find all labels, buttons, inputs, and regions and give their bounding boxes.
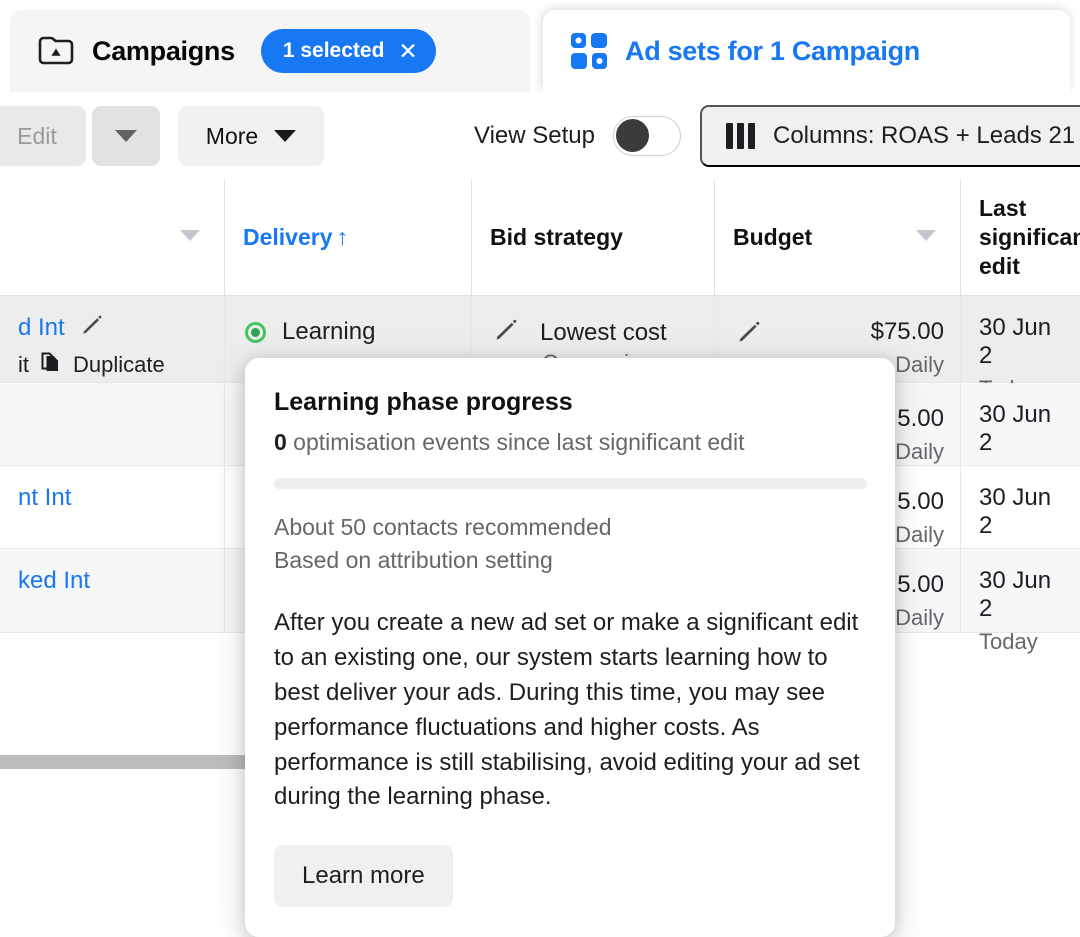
popover-events-count: 0 [274,429,287,455]
column-header-delivery-label: Delivery [243,224,333,250]
column-header-budget[interactable]: Budget [714,180,960,295]
adsets-grid-icon [569,31,609,71]
edit-button-label: Edit [17,123,57,150]
pencil-icon[interactable] [737,320,761,351]
column-header-last-significant-edit-label: Last significant edit [961,194,1080,280]
tab-adsets-label: Ad sets for 1 Campaign [625,36,920,67]
learning-progress-bar [274,478,867,489]
popover-note-line-2: Based on attribution setting [274,544,867,577]
pencil-icon[interactable] [494,318,518,349]
column-header-budget-label: Budget [715,223,830,252]
column-header-delivery[interactable]: Delivery↑ [224,180,471,295]
tab-adsets[interactable]: Ad sets for 1 Campaign [543,10,1070,92]
chevron-down-icon[interactable] [916,230,936,241]
pencil-icon[interactable] [81,314,103,343]
last-edit-date: 30 Jun 2 [979,314,1062,370]
columns-button[interactable]: Columns: ROAS + Leads 21 [700,105,1080,167]
cell-last-significant-edit[interactable]: 30 Jun 2 Today [960,466,1080,548]
popover-events-text: optimisation events since last significa… [287,429,745,455]
cell-name[interactable]: nt Int [0,466,224,548]
budget-amount: $75.00 [737,318,944,346]
cell-name[interactable] [0,383,224,465]
column-header-bid-strategy-label: Bid strategy [472,223,641,252]
more-button[interactable]: More [178,106,324,166]
toggle-knob [616,119,649,152]
popover-note-line-1: About 50 contacts recommended [274,511,867,544]
tab-campaigns[interactable]: Campaigns 1 selected ✕ [10,10,530,92]
popover-title: Learning phase progress [274,388,867,417]
campaign-folder-icon [36,31,76,71]
learn-more-button[interactable]: Learn more [274,845,453,907]
learning-phase-popover: Learning phase progress 0 optimisation e… [245,358,895,937]
column-header-bid-strategy[interactable]: Bid strategy [471,180,714,295]
more-button-label: More [206,123,258,150]
cell-last-significant-edit[interactable]: 30 Jun 2 Today [960,549,1080,632]
columns-button-label: Columns: ROAS + Leads 21 [773,122,1075,150]
view-setup-label: View Setup [474,122,595,150]
cell-last-significant-edit[interactable]: 30 Jun 2 Today [960,296,1080,382]
cell-name[interactable]: d Int it [0,296,224,382]
selected-count-label: 1 selected [283,39,385,63]
adset-name-link[interactable]: d Int [18,314,65,341]
last-edit-date: 30 Jun 2 [979,484,1062,540]
duplicate-icon[interactable] [41,351,61,379]
tab-campaigns-label: Campaigns [92,36,235,67]
chevron-down-icon [274,130,296,142]
sort-ascending-icon: ↑ [337,224,349,250]
column-header-name[interactable] [0,180,224,295]
toolbar: Edit More View Setup Columns: ROAS + Lea… [0,92,1080,180]
view-setup-control: View Setup [474,116,681,156]
last-edit-date: 30 Jun 2 [979,401,1062,457]
cell-name[interactable]: ked Int [0,549,224,632]
adset-name-link[interactable]: ked Int [18,567,90,594]
last-edit-relative: Today [979,629,1062,655]
close-icon[interactable]: ✕ [398,40,417,63]
adset-name-link[interactable]: nt Int [18,484,71,511]
row-action-edit[interactable]: it [18,352,29,378]
green-dot-icon [245,322,266,343]
bid-strategy-value: Lowest cost [540,319,667,346]
scrollbar-thumb[interactable] [0,755,245,769]
view-setup-toggle[interactable] [613,116,681,156]
tab-strip: Campaigns 1 selected ✕ Ad sets for 1 Cam… [0,0,1080,92]
edit-dropdown-button[interactable] [92,106,160,166]
chevron-down-icon[interactable] [180,230,200,241]
cell-last-significant-edit[interactable]: 30 Jun 2 Today [960,383,1080,465]
columns-icon [726,123,755,149]
last-edit-date: 30 Jun 2 [979,567,1062,623]
column-header-last-significant-edit[interactable]: Last significant edit [960,180,1080,295]
popover-note: About 50 contacts recommended Based on a… [274,511,867,576]
row-action-duplicate[interactable]: Duplicate [73,352,165,378]
delivery-status-label: Learning [282,318,375,346]
popover-events-line: 0 optimisation events since last signifi… [274,429,867,456]
selected-count-pill[interactable]: 1 selected ✕ [261,29,436,73]
popover-body-text: After you create a new ad set or make a … [274,606,867,815]
learn-more-label: Learn more [302,862,425,890]
table-header-row: Delivery↑ Bid strategy Budget Last signi… [0,180,1080,296]
edit-button[interactable]: Edit [0,106,86,166]
chevron-down-icon [115,130,137,142]
